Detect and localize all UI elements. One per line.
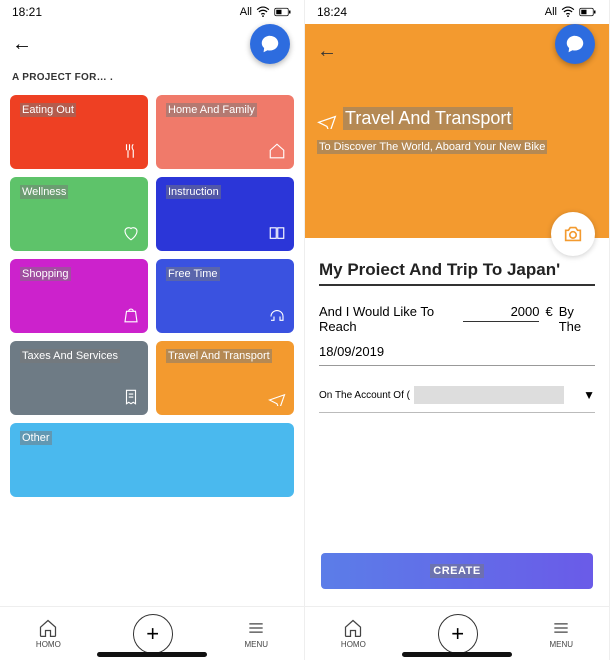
nav-home[interactable]: HOMO <box>36 618 61 649</box>
status-indicators: All <box>545 5 597 19</box>
tile-label: Eating Out <box>20 103 76 117</box>
tile-label: Taxes And Services <box>20 349 120 363</box>
wifi-icon <box>561 5 575 19</box>
hero-title: Travel And Transport <box>343 107 513 130</box>
account-label: On The Account Of ( <box>319 390 410 401</box>
battery-icon <box>579 7 597 17</box>
amount-input[interactable]: 2000 <box>463 304 539 322</box>
tile-label: Wellness <box>20 185 68 199</box>
category-tile-8[interactable]: Other <box>10 423 294 497</box>
nav-home-label: HOMO <box>341 640 366 649</box>
menu-nav-icon <box>551 618 571 638</box>
category-tile-3[interactable]: Instruction <box>156 177 294 251</box>
category-grid: Eating Out Home And Family Wellness Instruc… <box>10 95 294 497</box>
nav-home-label: HOMO <box>36 640 61 649</box>
back-button[interactable]: ← <box>317 40 337 62</box>
currency-label: € <box>545 304 552 319</box>
tile-label: Instruction <box>166 185 221 199</box>
chat-icon <box>564 33 586 55</box>
tile-label: Shopping <box>20 267 71 281</box>
nav-menu[interactable]: MENU <box>550 618 574 649</box>
project-form: My Proiect And Trip To Japan' And I Woul… <box>305 238 609 606</box>
amount-suffix: By The <box>559 304 595 334</box>
plus-icon: + <box>146 621 159 647</box>
phone-left: 18:21 All ← A PROJECT FOR… . Eating Out H… <box>0 0 305 660</box>
nav-menu[interactable]: MENU <box>245 618 269 649</box>
account-dropdown[interactable] <box>414 386 564 404</box>
home-indicator <box>97 652 207 657</box>
menu-nav-icon <box>246 618 266 638</box>
content-area: A PROJECT FOR… . Eating Out Home And Fami… <box>0 64 304 606</box>
battery-icon <box>274 7 292 17</box>
bag-icon <box>122 306 140 327</box>
plane-icon <box>317 109 337 129</box>
category-tile-0[interactable]: Eating Out <box>10 95 148 169</box>
tile-label: Travel And Transport <box>166 349 272 363</box>
status-bar: 18:24 All <box>305 0 609 24</box>
camera-button[interactable] <box>551 212 595 256</box>
create-button-label: CREATE <box>430 564 483 578</box>
phone-right: 18:24 All ← Travel And Transport To Disc… <box>305 0 610 660</box>
status-bar: 18:21 All <box>0 0 304 24</box>
wifi-icon <box>256 5 270 19</box>
amount-row: And I Would Like To Reach 2000 € By The <box>319 304 595 334</box>
headphones-icon <box>268 306 286 327</box>
camera-icon <box>562 223 584 245</box>
chevron-down-icon: ▼ <box>583 388 595 402</box>
status-indicators: All <box>240 5 292 19</box>
plus-icon: + <box>451 621 464 647</box>
home-nav-icon <box>343 618 363 638</box>
status-time: 18:24 <box>317 5 347 19</box>
create-button[interactable]: CREATE <box>321 553 593 589</box>
category-tile-1[interactable]: Home And Family <box>156 95 294 169</box>
category-tile-7[interactable]: Travel And Transport <box>156 341 294 415</box>
heart-icon <box>122 224 140 245</box>
tile-label: Other <box>20 431 52 445</box>
category-tile-2[interactable]: Wellness <box>10 177 148 251</box>
nav-add[interactable]: + <box>133 614 173 654</box>
dining-icon <box>122 142 140 163</box>
hero-title-row: Travel And Transport <box>305 107 609 130</box>
plane-icon <box>268 388 286 409</box>
chat-icon <box>259 33 281 55</box>
section-title: A PROJECT FOR… . <box>12 72 294 83</box>
status-carrier: All <box>240 6 252 18</box>
tile-label: Free Time <box>166 267 220 281</box>
home-indicator <box>402 652 512 657</box>
nav-menu-label: MENU <box>550 640 574 649</box>
nav-menu-label: MENU <box>245 640 269 649</box>
account-row: On The Account Of ( ▼ <box>319 386 595 413</box>
receipt-icon <box>122 388 140 409</box>
project-name-input[interactable]: My Proiect And Trip To Japan' <box>319 260 595 286</box>
category-tile-5[interactable]: Free Time <box>156 259 294 333</box>
nav-home[interactable]: HOMO <box>341 618 366 649</box>
status-carrier: All <box>545 6 557 18</box>
nav-add[interactable]: + <box>438 614 478 654</box>
amount-prefix: And I Would Like To Reach <box>319 304 457 334</box>
book-icon <box>268 224 286 245</box>
home-icon <box>268 142 286 163</box>
status-time: 18:21 <box>12 5 42 19</box>
date-input[interactable]: 18/09/2019 <box>319 344 595 366</box>
home-nav-icon <box>38 618 58 638</box>
hero-subtitle: To Discover The World, Aboard Your New B… <box>317 140 547 154</box>
tile-label: Home And Family <box>166 103 257 117</box>
back-button[interactable]: ← <box>12 33 32 56</box>
chat-fab[interactable] <box>555 24 595 64</box>
category-tile-6[interactable]: Taxes And Services <box>10 341 148 415</box>
chat-fab[interactable] <box>250 24 290 64</box>
category-tile-4[interactable]: Shopping <box>10 259 148 333</box>
